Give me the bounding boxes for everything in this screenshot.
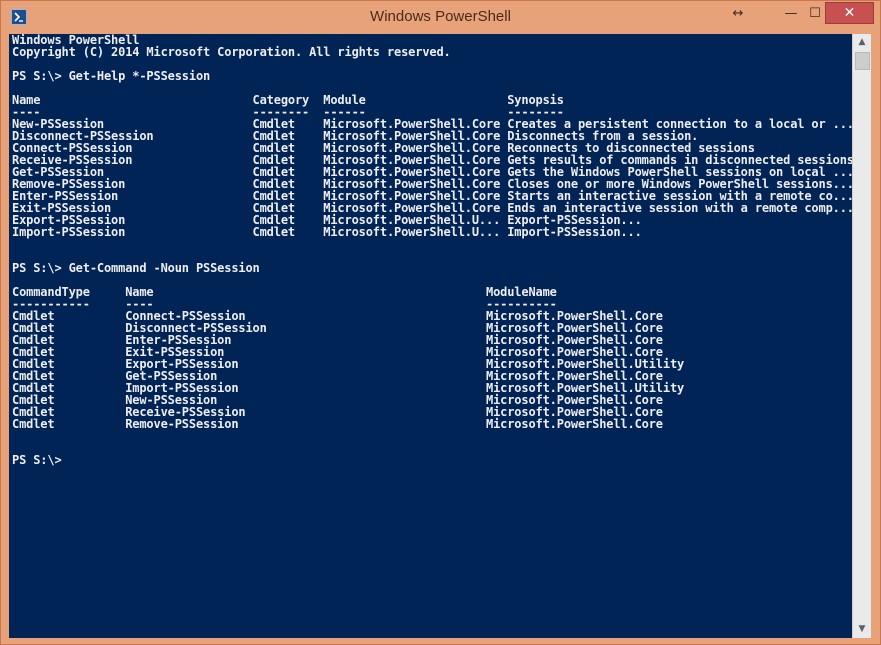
close-button[interactable]: ✕ xyxy=(825,2,874,24)
console-area[interactable]: Windows PowerShell Copyright (C) 2014 Mic… xyxy=(9,34,852,638)
console-line: Import-PSSession Cmdlet Microsoft.PowerS… xyxy=(12,225,642,239)
console-line: PS S:\> xyxy=(12,453,62,467)
vertical-scrollbar[interactable]: ▲ ▼ xyxy=(852,34,871,638)
scrollbar-thumb[interactable] xyxy=(855,52,870,70)
console-line: Cmdlet Remove-PSSession Microsoft.PowerS… xyxy=(12,417,663,431)
scroll-up-icon[interactable]: ▲ xyxy=(853,34,871,51)
scroll-down-icon[interactable]: ▼ xyxy=(853,621,871,638)
resize-icon[interactable]: ↔ xyxy=(727,5,749,23)
console-output: Windows PowerShell Copyright (C) 2014 Mic… xyxy=(9,34,852,466)
minimize-button[interactable]: — xyxy=(778,5,804,23)
title-bar[interactable]: Windows PowerShell ↔ — ☐ ✕ xyxy=(1,1,880,34)
console-line: Copyright (C) 2014 Microsoft Corporation… xyxy=(12,45,451,59)
console-line: PS S:\> Get-Help *-PSSession xyxy=(12,69,211,83)
maximize-button[interactable]: ☐ xyxy=(804,5,826,23)
powershell-window: Windows PowerShell ↔ — ☐ ✕ Windows Power… xyxy=(0,0,881,645)
console-line: PS S:\> Get-Command -Noun PSSession xyxy=(12,261,260,275)
